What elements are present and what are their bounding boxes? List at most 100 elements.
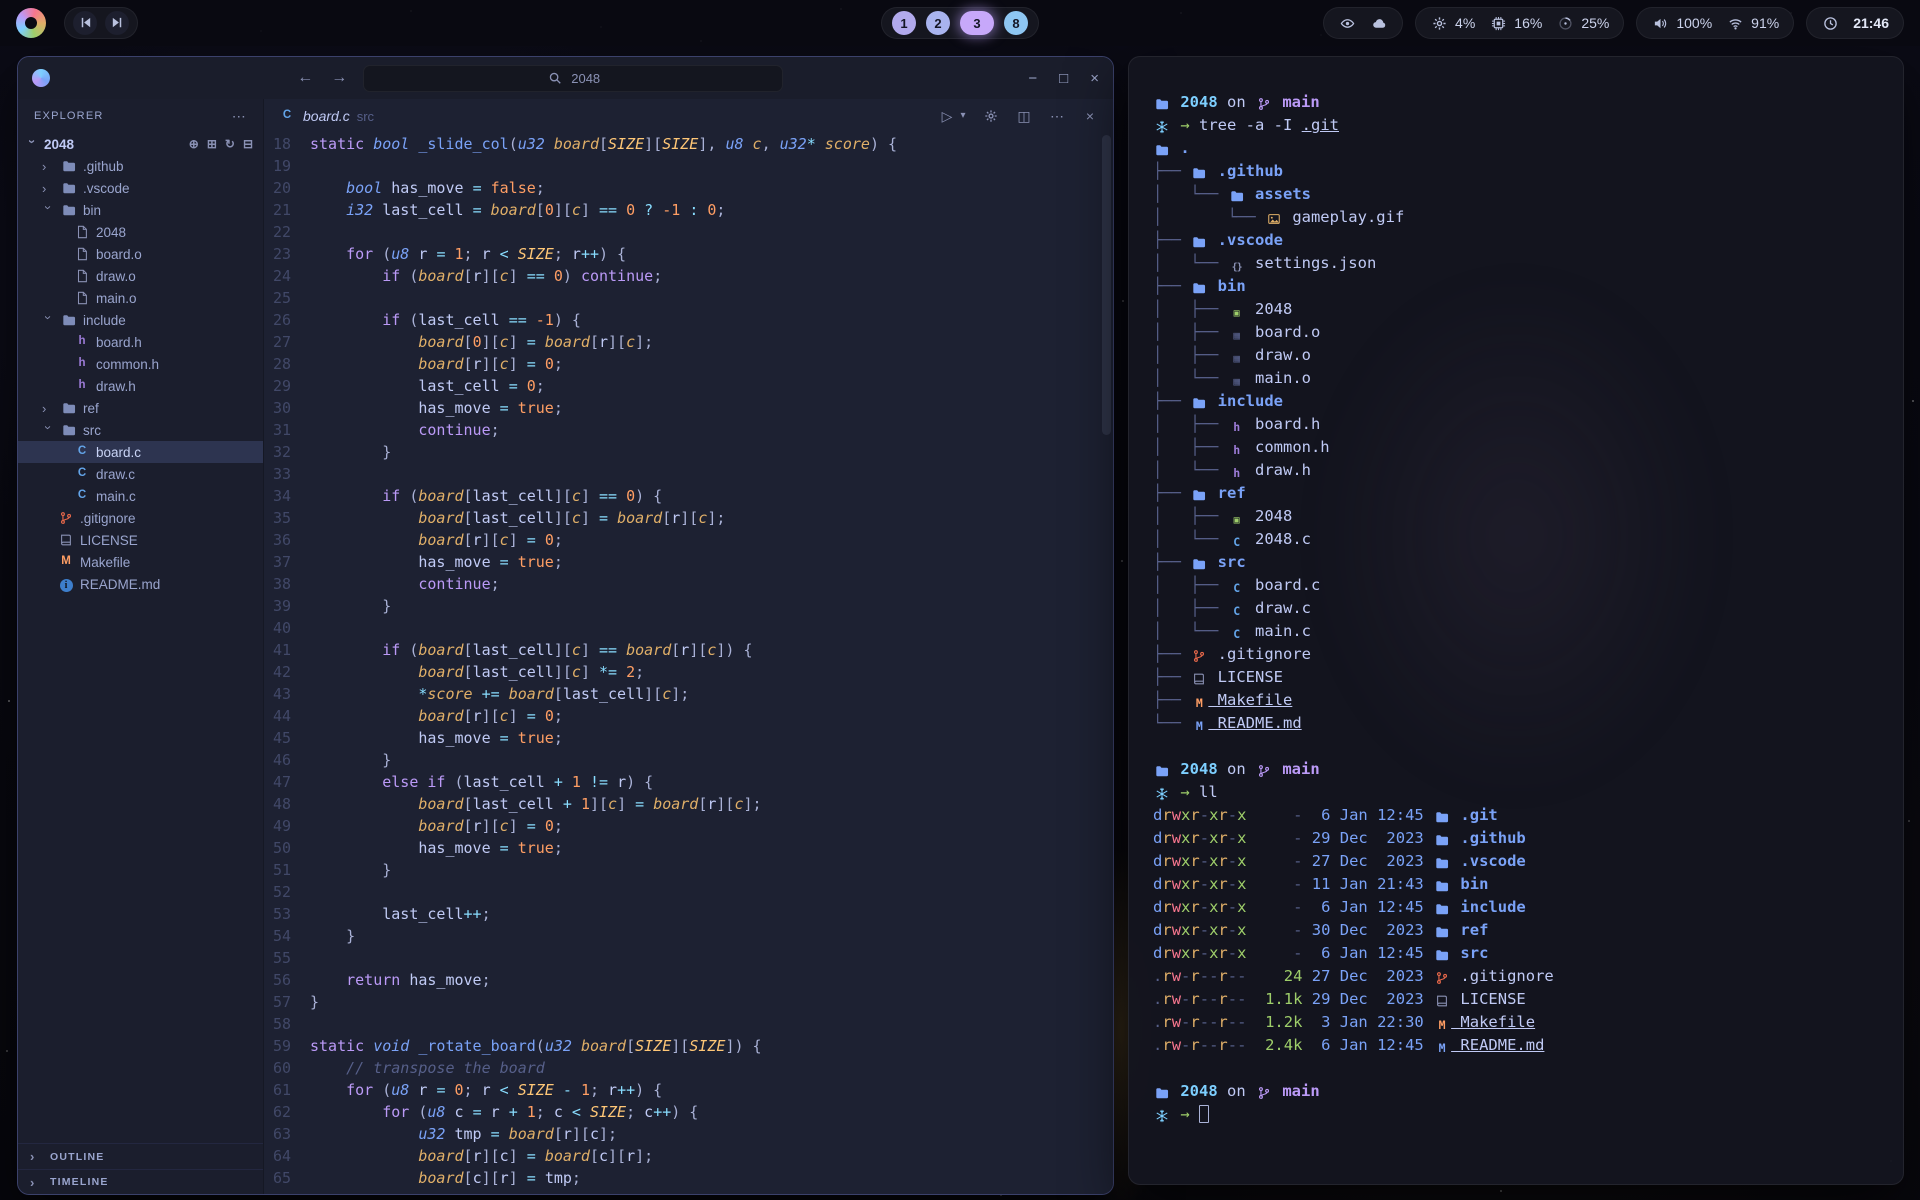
code-line-59: 59static void _rotate_board(u32 board[SI…: [264, 1035, 1113, 1057]
line-number: 61: [264, 1079, 310, 1101]
terminal-line: 2048 on main: [1153, 1080, 1879, 1103]
file-label: common.h: [96, 357, 159, 372]
make-icon: M: [1190, 698, 1208, 710]
panel-timeline[interactable]: ›TIMELINE: [18, 1169, 263, 1194]
folder-icon: [1153, 764, 1171, 780]
skip-prev-button[interactable]: [73, 11, 97, 35]
close-window-button[interactable]: ×: [1090, 70, 1099, 87]
file-tree-item-include[interactable]: ›include: [18, 309, 263, 331]
code-line-33: 33: [264, 463, 1113, 485]
line-number: 41: [264, 639, 310, 661]
folder-icon: [1433, 902, 1451, 918]
code-line-37: 37 has_move = true;: [264, 551, 1113, 573]
caret-down-action-button[interactable]: ▾: [959, 111, 967, 121]
skip-next-button[interactable]: [105, 11, 129, 35]
volume-icon: [1651, 16, 1669, 31]
file-tree-item-draw.h[interactable]: h draw.h: [18, 375, 263, 397]
workspace-2[interactable]: 2: [926, 11, 950, 35]
file-tree-item-Makefile[interactable]: MMakefile: [18, 551, 263, 573]
code-line-54: 54 }: [264, 925, 1113, 947]
split-action-button[interactable]: ◫: [1015, 109, 1033, 123]
file-tree-item-.gitignore[interactable]: .gitignore: [18, 507, 263, 529]
file-tree-item-bin[interactable]: ›bin: [18, 199, 263, 221]
editor-scrollbar[interactable]: [1102, 135, 1111, 435]
code-line-34: 34 if (board[last_cell][c] == 0) {: [264, 485, 1113, 507]
gear-action-button[interactable]: [982, 109, 1000, 123]
file-icon: [73, 247, 91, 262]
code-line-43: 43 *score += board[last_cell][c];: [264, 683, 1113, 705]
command-center-search[interactable]: 2048: [363, 65, 783, 92]
new-file-button[interactable]: ⊕: [189, 137, 199, 151]
close-action-button[interactable]: ×: [1081, 109, 1099, 123]
file-label: .gitignore: [80, 511, 136, 526]
h-lang-icon: h: [1228, 468, 1246, 480]
file-tree-item-LICENSE[interactable]: LICENSE: [18, 529, 263, 551]
file-tree-item-common.h[interactable]: hcommon.h: [18, 353, 263, 375]
play-action-button[interactable]: ▷: [938, 109, 956, 123]
folder-icon: [1190, 488, 1208, 504]
breadcrumb[interactable]: C board.c src: [278, 108, 374, 124]
file-tree-item-draw.o[interactable]: draw.o: [18, 265, 263, 287]
refresh-button[interactable]: ↻: [225, 137, 235, 151]
line-number: 36: [264, 529, 310, 551]
panel-outline[interactable]: ›OUTLINE: [18, 1144, 263, 1169]
nav-back-button[interactable]: ←: [295, 69, 315, 87]
line-number: 50: [264, 837, 310, 859]
code-line-36: 36 board[r][c] = 0;: [264, 529, 1113, 551]
code-line-30: 30 has_move = true;: [264, 397, 1113, 419]
line-number: 27: [264, 331, 310, 353]
nav-forward-button[interactable]: →: [329, 69, 349, 87]
file-tree-item-2048[interactable]: 2048: [18, 221, 263, 243]
h-lang-icon: h: [73, 380, 91, 392]
line-number: 55: [264, 947, 310, 969]
code-line-47: 47 else if (last_cell + 1 != r) {: [264, 771, 1113, 793]
file-tree-item-.vscode[interactable]: ›.vscode: [18, 177, 263, 199]
file-tree-item-ref[interactable]: ›ref: [18, 397, 263, 419]
file-tree-item-board.o[interactable]: board.o: [18, 243, 263, 265]
minimize-window-button[interactable]: −: [1028, 70, 1037, 87]
code-line-62: 62 for (u8 c = r + 1; c < SIZE; c++) {: [264, 1101, 1113, 1123]
file-tree-item-2048[interactable]: ›2048⊕⊞↻⊟: [18, 133, 263, 155]
line-number: 24: [264, 265, 310, 287]
terminal-line: [1153, 735, 1879, 758]
workspace-1[interactable]: 1: [892, 11, 916, 35]
media-controls: [64, 7, 138, 39]
new-folder-button[interactable]: ⊞: [207, 137, 217, 151]
file-tree-item-draw.c[interactable]: Cdraw.c: [18, 463, 263, 485]
terminal-output[interactable]: 2048 on main → tree -a -I .git .├── .git…: [1129, 57, 1903, 1184]
binary-icon: ▦: [1228, 353, 1246, 364]
explorer-more-button[interactable]: ⋯: [232, 108, 247, 125]
line-number: 31: [264, 419, 310, 441]
file-tree-item-README.md[interactable]: iREADME.md: [18, 573, 263, 595]
skip-next-icon: [108, 15, 126, 30]
terminal-line: drwxr-xr-x - 30 Dec 2023 ref: [1153, 919, 1879, 942]
file-tree-item-main.c[interactable]: Cmain.c: [18, 485, 263, 507]
code-editor[interactable]: 18static bool _slide_col(u32 board[SIZE]…: [264, 133, 1113, 1194]
file-tree-item-board.h[interactable]: hboard.h: [18, 331, 263, 353]
binary-icon: ▦: [1228, 330, 1246, 341]
file-tree-item-main.o[interactable]: main.o: [18, 287, 263, 309]
chevron-right-icon: ›: [30, 1175, 43, 1190]
line-number: 57: [264, 991, 310, 1013]
line-number: 46: [264, 749, 310, 771]
file-label: draw.h: [96, 379, 136, 394]
file-tree-item-.github[interactable]: ›.github: [18, 155, 263, 177]
collapse-all-button[interactable]: ⊟: [243, 137, 253, 151]
launcher-button[interactable]: [16, 8, 46, 38]
workspace-3-active[interactable]: 3: [960, 11, 994, 35]
cursor-icon: [1199, 1105, 1209, 1123]
code-line-56: 56 return has_move;: [264, 969, 1113, 991]
folder-icon: [1190, 281, 1208, 297]
topbar-right-modules: 4%16%25% 100%91% 21:46: [1323, 7, 1904, 39]
more-action-button[interactable]: ⋯: [1048, 109, 1066, 123]
terminal-line: │ ├── ▦ board.o: [1153, 321, 1879, 344]
memory-stat: 16%: [1489, 15, 1542, 31]
disk-stat: 25%: [1556, 15, 1609, 31]
maximize-window-button[interactable]: □: [1059, 70, 1068, 87]
file-tree-item-src[interactable]: ›src: [18, 419, 263, 441]
terminal-line: │ ├── C draw.c: [1153, 597, 1879, 620]
workspace-8[interactable]: 8: [1004, 11, 1028, 35]
file-tree-item-board.c[interactable]: Cboard.c: [18, 441, 263, 463]
line-number: 29: [264, 375, 310, 397]
terminal-line: ├── LICENSE: [1153, 666, 1879, 689]
